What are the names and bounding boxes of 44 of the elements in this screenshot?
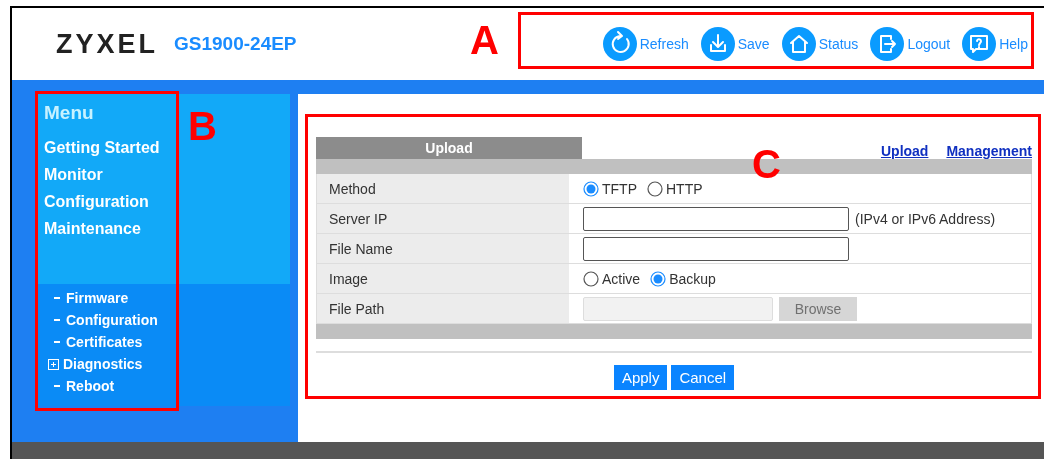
- brand-logo: ZYXEL: [56, 28, 158, 60]
- toolbar-button[interactable]: Save: [700, 27, 770, 61]
- field-label: Server IP: [317, 204, 569, 233]
- text-field[interactable]: [583, 206, 849, 231]
- refresh-icon: [602, 27, 637, 61]
- radio-option[interactable]: TFTP: [583, 180, 637, 197]
- radio-option[interactable]: Backup: [650, 270, 716, 287]
- nav-link[interactable]: Upload: [880, 143, 929, 159]
- callout-letter: C: [752, 142, 781, 187]
- help-icon: [962, 27, 997, 61]
- field-label: File Name: [317, 234, 569, 263]
- text-field[interactable]: [583, 236, 849, 261]
- logout-icon: [870, 27, 905, 61]
- field-hint: (IPv4 or IPv6 Address): [855, 210, 996, 227]
- home-icon: [781, 27, 816, 61]
- radio-option[interactable]: Active: [583, 270, 641, 287]
- callout-letter: A: [470, 18, 499, 63]
- radio-option[interactable]: HTTP: [647, 180, 703, 197]
- toolbar-button[interactable]: Logout: [870, 27, 951, 61]
- menu-item[interactable]: Maintenance: [44, 220, 290, 238]
- toolbar-button[interactable]: Status: [781, 27, 859, 61]
- model-name: GS1900-24EP: [174, 33, 297, 55]
- field-label: Method: [317, 174, 569, 203]
- menu-item[interactable]: Configuration: [44, 193, 290, 211]
- submenu-item[interactable]: Firmware: [48, 290, 290, 306]
- submenu-item[interactable]: Certificates: [48, 334, 290, 350]
- submenu-item[interactable]: Reboot: [48, 378, 290, 394]
- field-label: Image: [317, 264, 569, 293]
- submenu-item[interactable]: Configuration: [48, 312, 290, 328]
- form-button[interactable]: Cancel: [671, 365, 735, 390]
- expand-icon[interactable]: [48, 358, 59, 370]
- radio-button[interactable]: [650, 270, 667, 287]
- toolbar-button[interactable]: Help: [962, 27, 1028, 61]
- menu-item[interactable]: Monitor: [44, 166, 290, 184]
- nav-link[interactable]: Management: [946, 143, 1032, 159]
- field-label: File Path: [317, 294, 569, 323]
- menu-title: Menu: [44, 102, 95, 124]
- toolbar-button[interactable]: Refresh: [602, 27, 689, 61]
- radio-button[interactable]: [583, 180, 599, 197]
- radio-button[interactable]: [583, 270, 599, 287]
- submenu-item[interactable]: Diagnostics: [48, 356, 290, 372]
- download-icon: [700, 27, 735, 61]
- radio-button[interactable]: [647, 180, 663, 197]
- form-button[interactable]: Apply: [613, 365, 668, 390]
